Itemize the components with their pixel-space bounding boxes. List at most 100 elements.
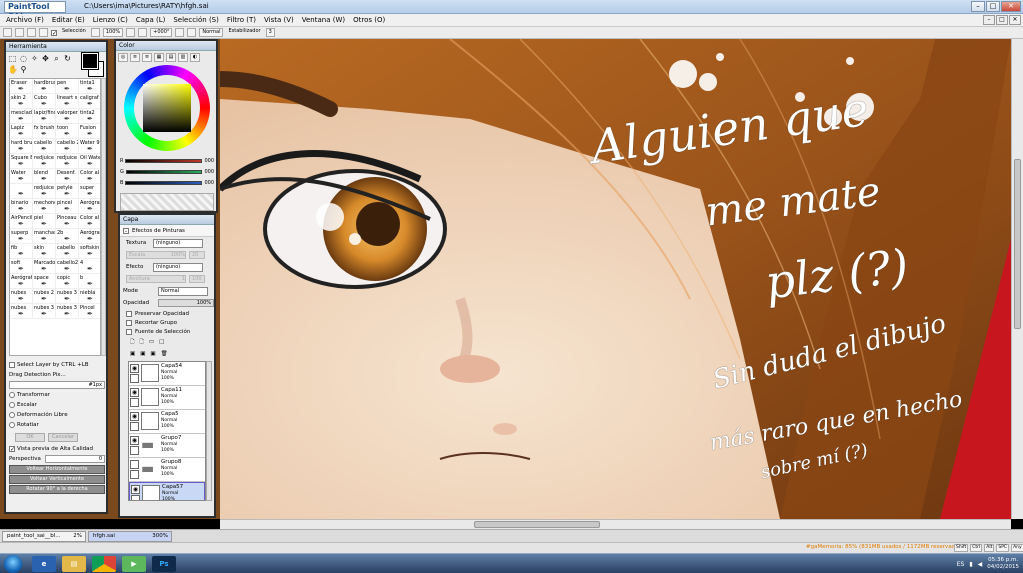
palette-tab-icon[interactable]: ▤ [166, 53, 176, 62]
menu-archivo[interactable]: Archivo (F) [4, 14, 50, 26]
layer-row[interactable]: ◉ Capa57 Normal 100% [129, 482, 205, 500]
horizontal-scroll-thumb[interactable] [474, 521, 600, 528]
selection-source-checkbox[interactable] [126, 328, 132, 335]
texture-scale-slider[interactable]: Escala 100% [126, 251, 186, 259]
brush-slot[interactable]: mechone ✒ [33, 199, 56, 214]
cancel-button[interactable]: Cancelar [48, 433, 78, 442]
language-indicator[interactable]: ES [957, 561, 965, 568]
clip-group-checkbox[interactable] [126, 319, 132, 326]
lock-icon[interactable] [130, 398, 139, 407]
brush-slot[interactable]: tinta1 ✒ [79, 79, 100, 94]
preserve-opacity-checkbox[interactable] [126, 310, 132, 317]
perspective-slider[interactable]: 0 [45, 455, 105, 463]
color-swatches[interactable] [120, 193, 214, 211]
scale-radio[interactable] [9, 402, 15, 408]
eye-icon[interactable]: ◉ [130, 412, 139, 421]
brush-slot[interactable]: nubes ✒ [10, 289, 33, 304]
menu-otros[interactable]: Otros (O) [351, 14, 391, 26]
brush-slot[interactable]: 2b ✒ [56, 229, 79, 244]
brush-slot[interactable]: nubes 3 ✒ [33, 304, 56, 319]
brush-slot[interactable]: skin 2 ✒ [10, 94, 33, 109]
brush-slot[interactable]: Desenf. ✒ [56, 169, 79, 184]
layer-scrollbar[interactable] [206, 361, 212, 501]
free-deform-radio[interactable] [9, 412, 15, 418]
brush-slot[interactable]: hardbrus ✒ [33, 79, 56, 94]
drawing-canvas[interactable]: Alguien que me mate plz (?) Sin duda el … [220, 39, 1011, 519]
brush-slot[interactable]: petyle ✒ [56, 184, 79, 199]
drag-detection-slider[interactable]: #1px [9, 381, 105, 389]
effect-width-slider[interactable]: Anchura 1 [126, 275, 186, 283]
brush-slot[interactable]: manchas ✒ [33, 229, 56, 244]
hq-preview-checkbox[interactable]: ✓ [9, 446, 15, 453]
doc-restore-button[interactable]: □ [996, 15, 1008, 25]
brush-slot[interactable]: tinta2 ✒ [79, 109, 100, 124]
new-linework-icon[interactable]: 🗋 [139, 338, 143, 347]
hue-wheel[interactable] [124, 65, 210, 151]
brush-slot[interactable]: ✒ [10, 184, 33, 199]
merge-icon[interactable]: ▣ [150, 351, 155, 357]
eyedropper-icon[interactable]: ⚲ [19, 65, 28, 74]
rotation-field[interactable]: +000° [150, 28, 173, 37]
brush-slot[interactable]: lapiz/fino ✒ [33, 109, 56, 124]
effect-intensity[interactable]: 100 [189, 275, 205, 283]
flip-horizontal-button[interactable]: Voltear Horizontalmente [9, 465, 105, 474]
brush-slot[interactable]: piel ✒ [33, 214, 56, 229]
brush-slot[interactable]: Pincel ✒ [79, 304, 100, 319]
brush-slot[interactable]: Lapiz ✒ [10, 124, 33, 139]
rgb-slider-tab-icon[interactable]: ≡ [130, 53, 140, 62]
menu-editar[interactable]: Editar (E) [50, 14, 91, 26]
color-wheel-tab-icon[interactable]: ◎ [118, 53, 128, 62]
clock[interactable]: 05:36 p.m. 04/02/2015 [987, 557, 1019, 571]
eye-icon[interactable]: ◉ [130, 388, 139, 397]
brush-slot[interactable]: AirPencil Pencil✒ [10, 214, 33, 229]
zoom-icon[interactable]: ⌕ [52, 54, 61, 63]
layer-row[interactable]: ▬ Grupo8 Normal 100% [129, 458, 205, 482]
foreground-color[interactable] [81, 52, 99, 70]
minimize-button[interactable]: – [971, 1, 985, 12]
brush-slot[interactable]: niebla ✒ [79, 289, 100, 304]
texture-select[interactable]: (ninguno) [153, 238, 203, 248]
texture-intensity[interactable]: 20 [189, 251, 205, 259]
brush-slot[interactable]: nubes 3 ✒ [56, 304, 79, 319]
transfer-down-icon[interactable]: ▣ [130, 351, 135, 357]
merge-down-icon[interactable]: ▣ [140, 351, 145, 357]
effect-select[interactable]: (ninguno) [153, 262, 203, 272]
new-folder-icon[interactable]: ▭ [149, 339, 154, 345]
brush-slot[interactable]: Aerógraf ✒ [10, 274, 33, 289]
rect-select-icon[interactable]: ⬚ [8, 54, 17, 63]
lock-icon[interactable] [130, 374, 139, 383]
b-slider[interactable] [125, 181, 202, 185]
layer-row[interactable]: ◉ ▬ Grupo7 Normal 100% [129, 434, 205, 458]
horizontal-scrollbar[interactable] [220, 519, 1011, 529]
g-slider[interactable] [125, 170, 202, 174]
blend-mode-select[interactable]: Normal [199, 28, 224, 37]
brush-slot[interactable]: pen ✒ [56, 79, 79, 94]
new-layer-icon[interactable]: 🗋 [130, 338, 134, 347]
brush-slot[interactable]: redjuice 2mm✒ [33, 154, 56, 169]
file-tab-2[interactable]: hfgh.sai 300% [88, 531, 172, 542]
brush-slot[interactable]: lineart s ✒ [56, 94, 79, 109]
brush-slot[interactable]: superp ✒ [10, 229, 33, 244]
menu-ventana[interactable]: Ventana (W) [300, 14, 351, 26]
menu-vista[interactable]: Vista (V) [262, 14, 300, 26]
media-icon[interactable]: ▶ [122, 556, 146, 572]
lock-icon[interactable] [131, 495, 140, 500]
brush-slot[interactable]: Cubo ✒ [33, 94, 56, 109]
brush-slot[interactable]: cabello ✒ [33, 139, 56, 154]
explorer-icon[interactable]: ▤ [62, 556, 86, 572]
brush-slot[interactable]: pincel ✒ [56, 199, 79, 214]
stabilizer-select[interactable]: 3 [265, 28, 275, 37]
move-icon[interactable]: ✥ [41, 54, 50, 63]
brush-slot[interactable]: cabello ✒ [56, 244, 79, 259]
rotate-radio[interactable] [9, 422, 15, 428]
chrome-icon[interactable] [92, 556, 116, 572]
start-button[interactable] [4, 555, 22, 573]
flip-vertical-button[interactable]: Voltear Verticalmente [9, 475, 105, 484]
rotate-right-icon[interactable] [175, 28, 185, 37]
opacity-slider[interactable]: 100% [158, 299, 214, 307]
brush-slot[interactable]: skin ✒ [33, 244, 56, 259]
color-swatch[interactable] [80, 52, 104, 77]
brush-slot[interactable]: hard bru ✒ [10, 139, 33, 154]
ie-icon[interactable]: e [32, 556, 56, 572]
lock-icon[interactable] [130, 422, 139, 431]
